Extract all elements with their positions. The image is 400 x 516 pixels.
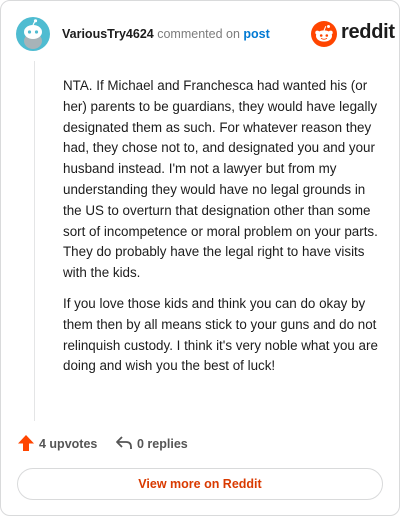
author-line: VariousTry4624 commented on post [62,27,270,41]
commented-label: commented on [157,27,240,41]
upvote-arrow-icon[interactable] [17,434,35,452]
upvote-count: 4 upvotes [39,437,98,451]
reddit-logo-icon [311,21,337,47]
comment-header: VariousTry4624 commented on post reddit [16,17,395,51]
comment-paragraph: If you love those kids and think you can… [63,295,378,374]
reply-arrow-icon[interactable] [115,435,133,451]
reddit-wordmark: reddit [341,21,395,43]
comment-body: NTA. If Michael and Franchesca had wante… [63,76,385,387]
comment-paragraph: NTA. If Michael and Franchesca had wante… [63,78,378,281]
reddit-brand[interactable]: reddit [311,21,395,47]
avatar[interactable] [16,17,50,51]
post-link[interactable]: post [243,27,269,41]
comment-actions: 4 upvotes 0 replies [17,434,317,454]
reply-count: 0 replies [137,437,188,451]
reddit-comment-card: VariousTry4624 commented on post reddit … [0,0,400,516]
view-more-button[interactable]: View more on Reddit [17,468,383,500]
thread-line [34,61,35,421]
author-name[interactable]: VariousTry4624 [62,27,154,41]
